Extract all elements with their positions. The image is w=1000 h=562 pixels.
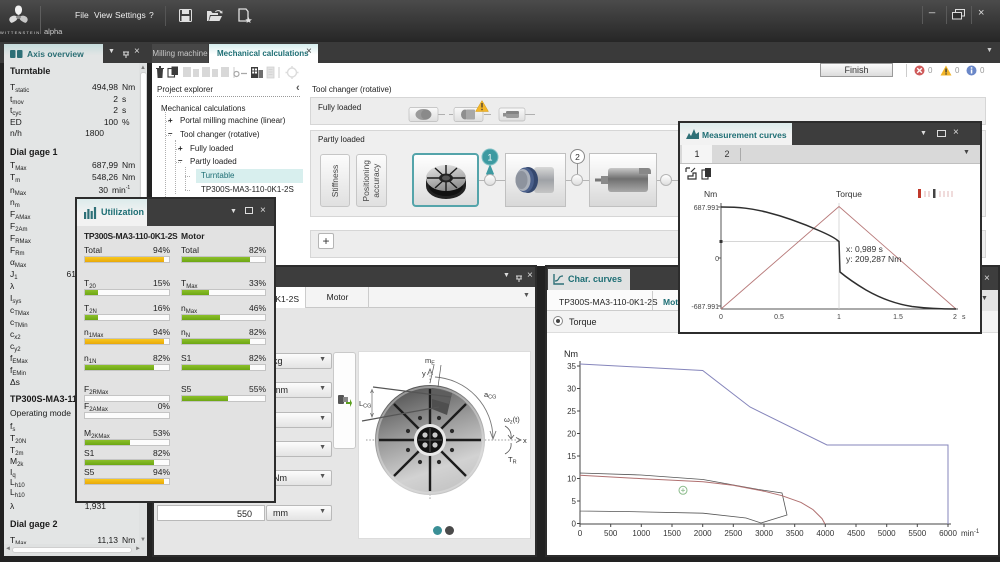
- svg-text:4500: 4500: [847, 529, 865, 538]
- svg-text:1.5: 1.5: [893, 314, 903, 321]
- svg-text:687.991: 687.991: [694, 205, 719, 212]
- svg-text:2500: 2500: [724, 529, 742, 538]
- svg-text:LCG: LCG: [359, 399, 371, 410]
- svg-text:1: 1: [837, 314, 841, 321]
- svg-text:0: 0: [578, 529, 583, 538]
- svg-text:-687.991: -687.991: [691, 304, 719, 311]
- svg-text:30: 30: [567, 385, 576, 394]
- svg-text:1500: 1500: [663, 529, 681, 538]
- svg-text:aCG: aCG: [484, 390, 496, 401]
- svg-text:6000: 6000: [939, 529, 957, 538]
- svg-text:x: x: [523, 436, 527, 445]
- svg-text:x: 0,989 s: x: 0,989 s: [846, 244, 883, 254]
- svg-text:4000: 4000: [816, 529, 834, 538]
- svg-text:y: 209,287 Nm: y: 209,287 Nm: [846, 254, 901, 264]
- svg-text:5: 5: [572, 497, 577, 506]
- svg-text:ωz(t): ωz(t): [504, 415, 520, 426]
- svg-text:Nm: Nm: [564, 349, 578, 359]
- svg-text:mE: mE: [425, 356, 435, 367]
- svg-text:y: y: [422, 369, 426, 378]
- svg-text:500: 500: [604, 529, 618, 538]
- svg-text:min-1: min-1: [961, 529, 980, 538]
- svg-text:0: 0: [719, 314, 723, 321]
- svg-text:20: 20: [567, 430, 576, 439]
- svg-text:Nm: Nm: [704, 189, 717, 199]
- svg-text:25: 25: [567, 407, 576, 416]
- svg-text:3500: 3500: [786, 529, 804, 538]
- svg-text:1: 1: [487, 153, 492, 163]
- svg-text:15: 15: [567, 452, 576, 461]
- svg-text:Torque: Torque: [836, 189, 862, 199]
- svg-text:TR: TR: [508, 455, 517, 466]
- svg-text:s: s: [962, 314, 966, 321]
- svg-text:1000: 1000: [632, 529, 650, 538]
- svg-text:5500: 5500: [908, 529, 926, 538]
- svg-text:2: 2: [953, 314, 957, 321]
- svg-text:0.5: 0.5: [774, 314, 784, 321]
- svg-text:3000: 3000: [755, 529, 773, 538]
- svg-text:5000: 5000: [878, 529, 896, 538]
- svg-text:0: 0: [572, 520, 577, 529]
- svg-text:2000: 2000: [694, 529, 712, 538]
- svg-text:35: 35: [567, 362, 576, 371]
- svg-text:10: 10: [567, 475, 576, 484]
- svg-text:0: 0: [715, 256, 719, 263]
